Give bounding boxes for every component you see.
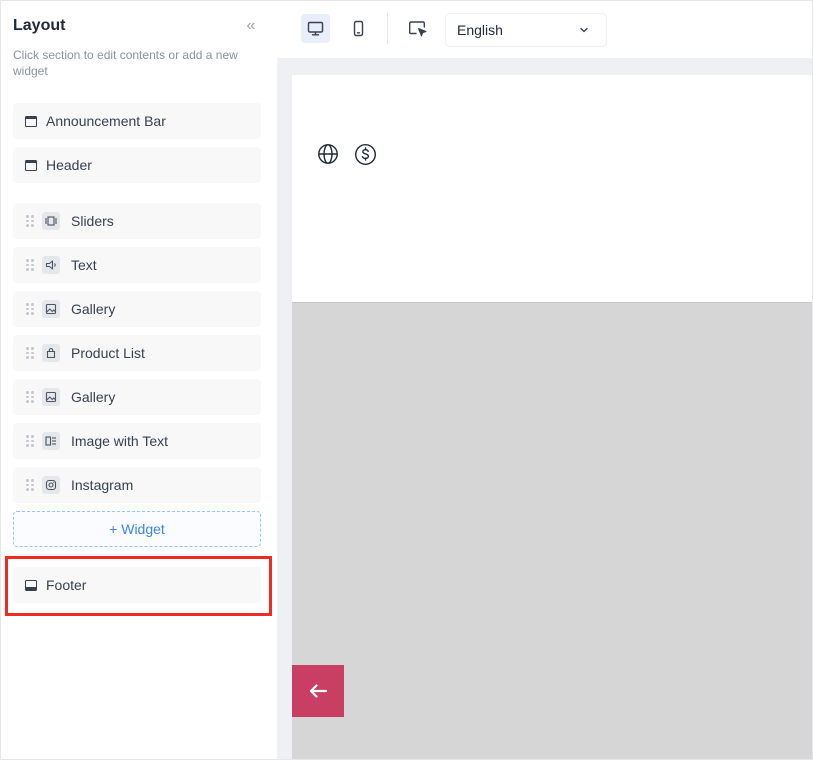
widget-product-list[interactable]: Product List [13, 335, 261, 371]
sidebar-description: Click section to edit contents or add a … [13, 48, 238, 78]
image-icon [42, 300, 60, 318]
preview-body-section[interactable] [292, 302, 812, 759]
toolbar-divider [387, 13, 388, 44]
arrow-left-icon [309, 684, 328, 698]
drag-handle-icon[interactable] [26, 303, 34, 315]
drag-handle-icon[interactable] [26, 479, 34, 491]
widget-label: Sliders [71, 213, 114, 229]
section-label: Announcement Bar [46, 113, 166, 129]
widget-gallery[interactable]: Gallery [13, 291, 261, 327]
drag-handle-icon[interactable] [26, 347, 34, 359]
section-announcement-bar[interactable]: Announcement Bar [13, 103, 261, 139]
header-block-icon [25, 159, 37, 171]
drag-handle-icon[interactable] [26, 259, 34, 271]
add-widget-button[interactable]: + Widget [13, 511, 261, 547]
desktop-icon [307, 21, 324, 36]
section-header[interactable]: Header [13, 147, 261, 183]
widget-gallery[interactable]: Gallery [13, 379, 261, 415]
header-block-icon [25, 115, 37, 127]
language-value: English [457, 22, 503, 38]
desktop-view-button[interactable] [301, 14, 330, 43]
slider-icon [42, 212, 60, 230]
widget-label: Image with Text [71, 433, 169, 449]
mobile-view-button[interactable] [344, 14, 373, 43]
widget-image-with-text[interactable]: Image with Text [13, 423, 261, 459]
widget-label: Text [71, 257, 97, 273]
widget-label: Product List [71, 345, 145, 361]
image-text-icon [42, 432, 60, 450]
layout-sidebar: Layout « Click section to edit contents … [1, 1, 277, 759]
sidebar-title: Layout [13, 17, 66, 34]
element-select-button[interactable] [403, 14, 432, 43]
footer-highlight-box [5, 556, 272, 616]
drag-handle-icon[interactable] [26, 215, 34, 227]
widget-instagram[interactable]: Instagram [13, 467, 261, 503]
instagram-icon [42, 476, 60, 494]
text-icon [42, 256, 60, 274]
top-toolbar: English [277, 1, 812, 58]
mobile-icon [353, 20, 364, 37]
drag-handle-icon[interactable] [26, 435, 34, 447]
widget-label: Gallery [71, 389, 116, 405]
widget-label: Instagram [71, 477, 134, 493]
image-icon [42, 388, 60, 406]
cursor-select-icon [408, 20, 426, 36]
dollar-icon[interactable] [354, 143, 377, 166]
widget-label: Gallery [71, 301, 116, 317]
shopping-bag-icon [42, 344, 60, 362]
chevron-down-icon [580, 27, 588, 33]
globe-icon[interactable] [317, 143, 339, 165]
widget-sliders[interactable]: Sliders [13, 203, 261, 239]
back-button[interactable] [292, 665, 344, 717]
drag-handle-icon[interactable] [26, 391, 34, 403]
language-select[interactable]: English [446, 14, 606, 46]
collapse-sidebar-icon[interactable]: « [243, 17, 259, 35]
preview-header-section[interactable] [292, 75, 812, 302]
section-label: Header [46, 157, 92, 173]
widget-text[interactable]: Text [13, 247, 261, 283]
